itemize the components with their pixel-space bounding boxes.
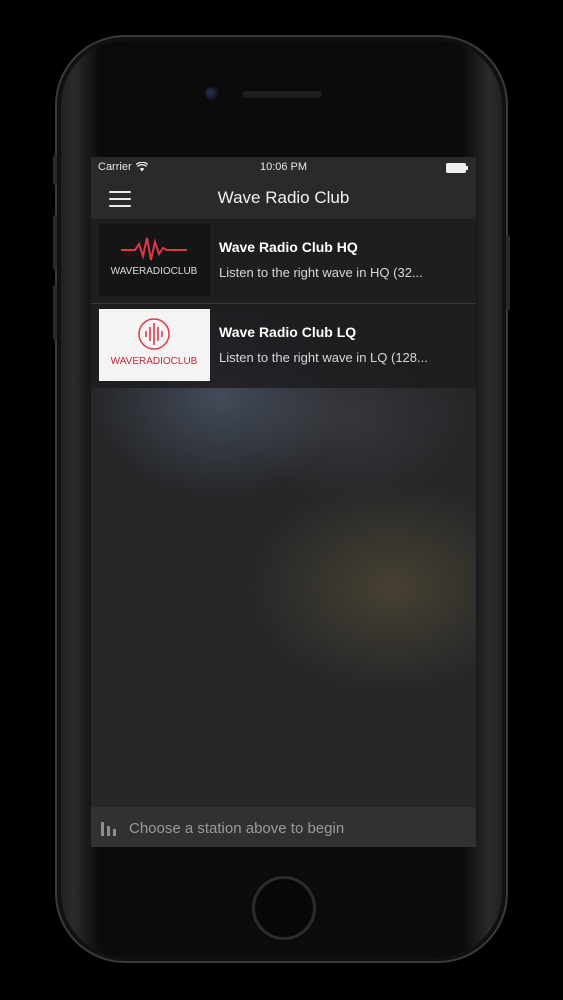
station-item-lq[interactable]: WAVERADIOCLUB Wave Radio Club LQ Listen … (91, 304, 476, 388)
mute-switch (53, 155, 57, 185)
station-logo-hq: WAVERADIOCLUB (99, 224, 210, 296)
station-name: Wave Radio Club HQ (219, 239, 358, 255)
home-button (252, 876, 316, 940)
svg-text:WAVERADIOCLUB: WAVERADIOCLUB (111, 356, 198, 367)
clock: 10:06 PM (259, 161, 308, 173)
earpiece-speaker (242, 91, 322, 98)
navigation-bar: Wave Radio Club (91, 179, 476, 219)
station-logo-lq: WAVERADIOCLUB (99, 309, 210, 381)
page-title: Wave Radio Club (217, 188, 350, 207)
volume-down-button (53, 285, 57, 340)
power-button (506, 235, 510, 310)
volume-up-button (53, 215, 57, 270)
player-prompt: Choose a station above to begin (129, 820, 345, 837)
svg-text:WAVERADIOCLUB: WAVERADIOCLUB (111, 266, 198, 277)
battery-icon (446, 163, 468, 173)
player-bar[interactable]: Choose a station above to begin (91, 807, 476, 847)
station-description: Listen to the right wave in LQ (128... (219, 350, 428, 365)
station-description: Listen to the right wave in HQ (32... (219, 265, 423, 280)
app-screen: Carrier 10:06 PM Wave Radio Club WAVERAD… (91, 157, 476, 847)
station-name: Wave Radio Club LQ (219, 324, 357, 340)
station-item-hq[interactable]: WAVERADIOCLUB Wave Radio Club HQ Listen … (91, 219, 476, 304)
front-camera (205, 87, 219, 101)
equalizer-icon (101, 822, 116, 836)
status-bar: Carrier 10:06 PM (91, 157, 476, 179)
